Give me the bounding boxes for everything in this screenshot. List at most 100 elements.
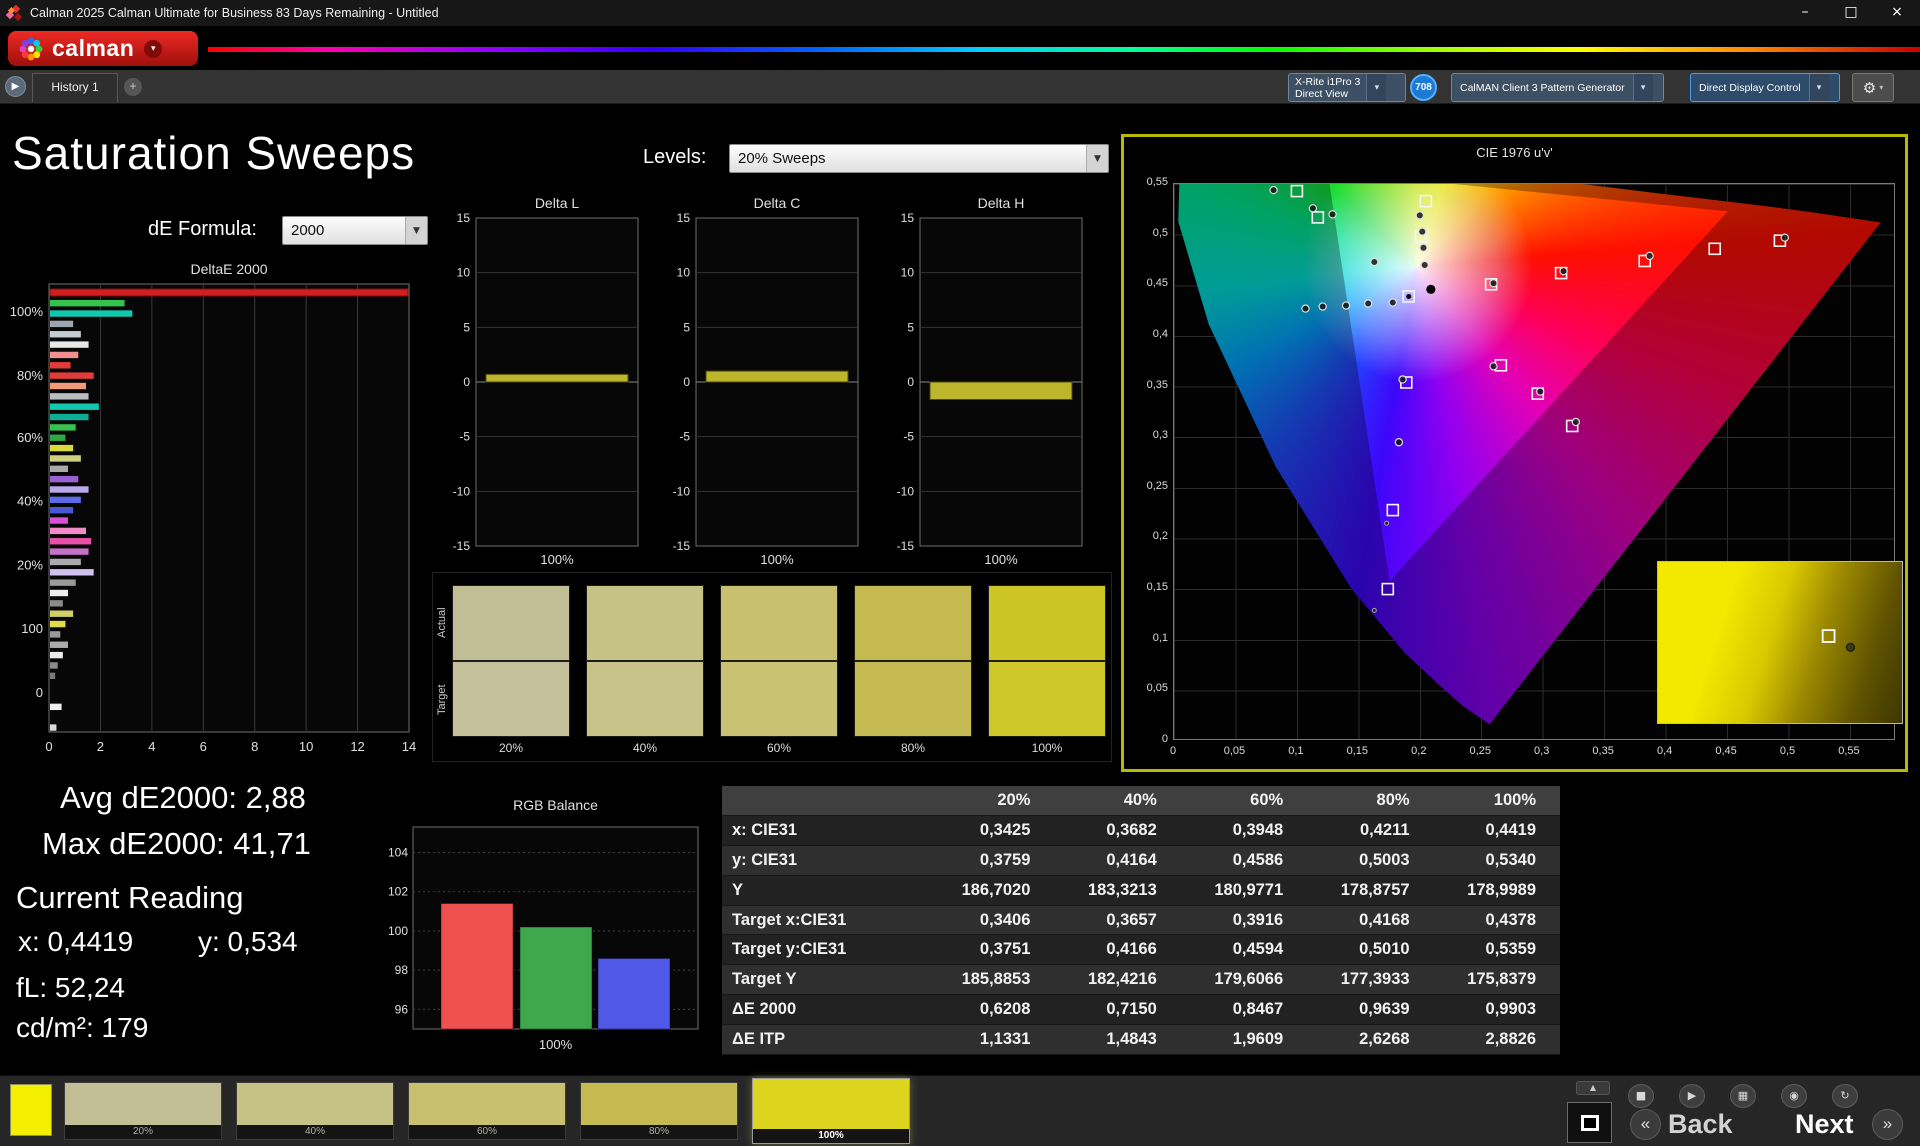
- minimize-button[interactable]: –: [1782, 0, 1828, 26]
- patch-button-80%[interactable]: 80%: [580, 1082, 738, 1140]
- table-cell: 182,4216: [1054, 965, 1180, 995]
- chevron-down-icon[interactable]: ▾: [1633, 74, 1653, 101]
- table-row-label: x: CIE31: [722, 816, 928, 846]
- svg-text:15: 15: [901, 211, 915, 225]
- chevron-down-icon[interactable]: ▾: [1809, 74, 1829, 101]
- meter-dropdown[interactable]: X-Rite i1Pro 3 Direct View ▾: [1288, 73, 1406, 102]
- svg-text:Delta C: Delta C: [754, 195, 801, 211]
- bottom-bar: 20%40%60% 80% 100% ▲ ■ ▶ ▦ ◉ ↻ « Back Next »: [0, 1075, 1920, 1146]
- avg-de2000: Avg dE2000: 2,88: [60, 780, 306, 816]
- tab-history-1[interactable]: History 1: [32, 73, 118, 102]
- actual-swatch: [988, 585, 1106, 661]
- patch-color: [237, 1083, 393, 1125]
- svg-text:98: 98: [395, 963, 409, 977]
- patch-color: [753, 1079, 909, 1129]
- patch-button-100%[interactable]: 100%: [752, 1078, 910, 1144]
- measure-button[interactable]: ◉: [1781, 1084, 1807, 1108]
- table-row: ΔE 20000,62080,71500,84670,96390,9903: [722, 995, 1560, 1025]
- reading-y: y: 0,534: [198, 926, 298, 958]
- settings-button[interactable]: ⚙ ▾: [1852, 73, 1894, 102]
- svg-text:5: 5: [907, 320, 914, 334]
- history-nav-arrow[interactable]: ▶: [5, 76, 26, 97]
- next-button[interactable]: Next: [1795, 1109, 1854, 1140]
- meter-badge: 708: [1410, 74, 1437, 101]
- layout-square-icon: [1581, 1115, 1599, 1131]
- display-control-dropdown[interactable]: Direct Display Control ▾: [1690, 73, 1840, 102]
- levels-dropdown[interactable]: 20% Sweeps ▼: [729, 144, 1109, 173]
- svg-text:0: 0: [45, 739, 52, 754]
- cie-xtick-label: 0,3: [1534, 745, 1549, 757]
- add-tab-button[interactable]: +: [124, 78, 142, 96]
- saturation-swatch-80%: 80%: [854, 585, 972, 758]
- cie-ytick-label: 0,25: [1128, 480, 1168, 492]
- table-cell: 0,3425: [928, 816, 1054, 846]
- actual-swatch: [452, 585, 570, 661]
- window-title: Calman 2025 Calman Ultimate for Business…: [30, 6, 439, 20]
- transport-controls: ■ ▶ ▦ ◉ ↻: [1628, 1084, 1908, 1110]
- table-cell: 179,6066: [1181, 965, 1307, 995]
- svg-text:8: 8: [251, 739, 258, 754]
- table-cell: 0,5010: [1307, 935, 1433, 965]
- patch-label: 80%: [581, 1125, 737, 1139]
- rainbow-strip: [208, 47, 1920, 52]
- target-row-label: Target: [434, 662, 450, 738]
- cie-ytick-label: 0,55: [1128, 176, 1168, 188]
- patch-button-20%[interactable]: 20%: [64, 1082, 222, 1140]
- calman-pinwheel-icon: [18, 36, 44, 62]
- table-cell: 0,4378: [1434, 905, 1560, 935]
- stop-button[interactable]: ■: [1628, 1084, 1654, 1108]
- target-swatch: [452, 661, 570, 737]
- svg-text:100: 100: [388, 924, 408, 938]
- table-cell: 0,6208: [928, 995, 1054, 1025]
- actual-swatch: [720, 585, 838, 661]
- pattern-generator-dropdown[interactable]: CalMAN Client 3 Pattern Generator ▾: [1451, 73, 1664, 102]
- chevron-down-icon[interactable]: ▾: [1366, 74, 1386, 101]
- loop-button[interactable]: ↻: [1832, 1084, 1858, 1108]
- close-button[interactable]: ×: [1874, 0, 1920, 26]
- svg-text:-10: -10: [673, 484, 691, 498]
- logo-dropdown-icon[interactable]: ▾: [144, 40, 162, 58]
- svg-text:10: 10: [299, 739, 313, 754]
- play-button[interactable]: ▶: [1679, 1084, 1705, 1108]
- table-cell: 183,3213: [1054, 875, 1180, 905]
- back-button[interactable]: Back: [1668, 1109, 1733, 1140]
- table-row-label: Target Y: [722, 965, 928, 995]
- chevron-down-icon: ▾: [1879, 83, 1883, 92]
- save-button[interactable]: ▦: [1730, 1084, 1756, 1108]
- back-chevron-button[interactable]: «: [1630, 1109, 1661, 1140]
- patch-button-60%[interactable]: 60%: [408, 1082, 566, 1140]
- table-header: 40%: [1054, 786, 1180, 816]
- table-cell: 0,9639: [1307, 995, 1433, 1025]
- svg-text:100: 100: [21, 621, 43, 636]
- meter-line1: X-Rite i1Pro 3: [1295, 76, 1360, 88]
- svg-text:RGB Balance: RGB Balance: [513, 797, 598, 813]
- table-cell: 0,4419: [1434, 816, 1560, 846]
- collapse-up-button[interactable]: ▲: [1576, 1081, 1610, 1095]
- svg-text:-15: -15: [673, 539, 691, 553]
- actual-swatch: [586, 585, 704, 661]
- cie-xtick-label: 0,25: [1470, 745, 1491, 757]
- next-chevron-button[interactable]: »: [1872, 1109, 1903, 1140]
- table-header: 60%: [1181, 786, 1307, 816]
- target-swatch: [586, 661, 704, 737]
- swatch-level-label: 80%: [854, 741, 972, 755]
- svg-text:100%: 100%: [760, 552, 794, 567]
- table-cell: 0,4168: [1307, 905, 1433, 935]
- svg-text:DeltaE 2000: DeltaE 2000: [190, 261, 267, 277]
- table-cell: 0,3916: [1181, 905, 1307, 935]
- meter-line2: Direct View: [1295, 88, 1360, 100]
- app-icon: [6, 5, 22, 21]
- svg-text:-15: -15: [453, 539, 471, 553]
- table-cell: 178,8757: [1307, 875, 1433, 905]
- layout-toggle-button[interactable]: [1567, 1102, 1612, 1143]
- calman-logo[interactable]: calman ▾: [8, 31, 198, 66]
- table-header: 80%: [1307, 786, 1433, 816]
- maximize-button[interactable]: □: [1828, 0, 1874, 26]
- svg-text:12: 12: [350, 739, 364, 754]
- cie-ytick-label: 0,3: [1128, 429, 1168, 441]
- patch-button-40%[interactable]: 40%: [236, 1082, 394, 1140]
- gear-icon: ⚙: [1863, 79, 1876, 97]
- pattern-generator-label: CalMAN Client 3 Pattern Generator: [1452, 82, 1633, 94]
- de-formula-dropdown[interactable]: 2000 ▼: [282, 216, 428, 245]
- svg-text:4: 4: [148, 739, 155, 754]
